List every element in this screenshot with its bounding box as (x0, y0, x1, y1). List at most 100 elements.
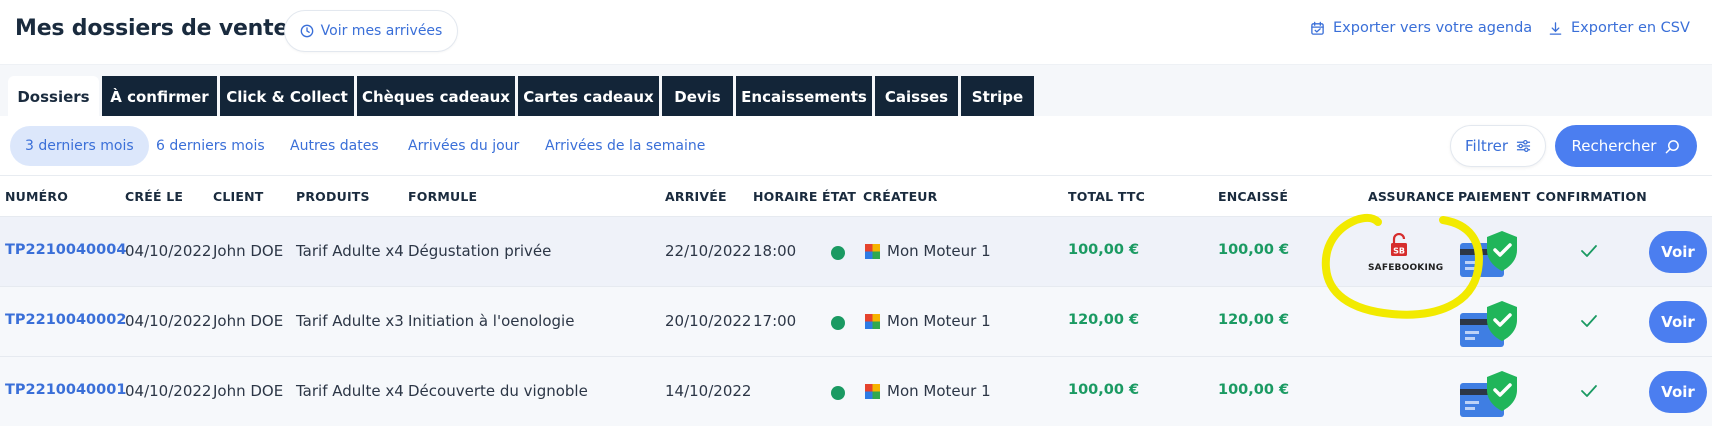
calendar-icon (1311, 21, 1324, 35)
table-header: NUMÉRO CRÉÉ LE CLIENT PRODUITS FORMULE A… (0, 176, 1712, 216)
col-produits[interactable]: PRODUITS (296, 189, 370, 204)
tab-encaissements[interactable]: Encaissements (736, 76, 872, 117)
row-numero[interactable]: TP2210040001 (5, 382, 126, 398)
export-agenda-label: Exporter vers votre agenda (1333, 20, 1533, 36)
tab-click-collect[interactable]: Click & Collect (220, 76, 354, 117)
row-produits: Tarif Adulte x4 (296, 242, 404, 260)
creator-logo-icon (865, 244, 880, 259)
export-csv-link[interactable]: Exporter en CSV (1548, 20, 1690, 36)
card-shield-icon (1460, 231, 1517, 277)
row-encaisse: 100,00 € (1218, 382, 1290, 398)
period-3-months[interactable]: 3 derniers mois (10, 126, 149, 166)
row-arrivee: 22/10/2022 (665, 242, 752, 260)
sales-files-page: Mes dossiers de vente Voir mes arrivées … (0, 0, 1712, 426)
row-formule: Dégustation privée (408, 242, 552, 260)
tab-caisses[interactable]: Caisses (875, 76, 958, 117)
export-agenda-link[interactable]: Exporter vers votre agenda (1310, 20, 1532, 36)
page-header: Mes dossiers de vente Voir mes arrivées … (0, 0, 1712, 64)
row-horaire: 17:00 (753, 312, 797, 330)
status-dot (831, 316, 845, 330)
row-client: John DOE (213, 382, 284, 400)
view-arrivals-button[interactable]: Voir mes arrivées (284, 10, 458, 52)
row-cree-le: 04/10/2022 (125, 242, 212, 260)
svg-text:SB: SB (1393, 247, 1405, 256)
col-assurance: ASSURANCE (1368, 189, 1455, 204)
export-csv-label: Exporter en CSV (1571, 20, 1690, 36)
col-arrivee[interactable]: ARRIVÉE (665, 189, 727, 204)
search-icon (1666, 139, 1680, 153)
status-dot (831, 246, 845, 260)
row-createur: Mon Moteur 1 (887, 382, 991, 400)
check-icon (1581, 315, 1597, 327)
check-icon (1581, 385, 1597, 397)
search-label: Rechercher (1571, 137, 1657, 155)
row-horaire: 18:00 (753, 242, 797, 260)
view-arrivals-label: Voir mes arrivées (320, 23, 443, 39)
safebooking-badge: SB SAFEBOOKING (1368, 232, 1444, 273)
col-paiement: PAIEMENT (1458, 189, 1531, 204)
clock-icon (300, 24, 313, 38)
view-button[interactable]: Voir (1649, 301, 1707, 343)
table-row[interactable]: TP2210040001 04/10/2022 John DOE Tarif A… (0, 356, 1712, 426)
row-cree-le: 04/10/2022 (125, 382, 212, 400)
row-total: 120,00 € (1068, 312, 1140, 328)
row-createur: Mon Moteur 1 (887, 242, 991, 260)
col-horaire[interactable]: HORAIRE (753, 189, 818, 204)
filter-button[interactable]: Filtrer (1450, 125, 1546, 167)
col-createur[interactable]: CRÉATEUR (863, 189, 937, 204)
row-produits: Tarif Adulte x4 (296, 382, 404, 400)
download-icon (1549, 21, 1562, 35)
row-arrivee: 20/10/2022 (665, 312, 752, 330)
filter-label: Filtrer (1465, 137, 1508, 155)
row-numero[interactable]: TP2210040004 (5, 242, 126, 258)
row-client: John DOE (213, 312, 284, 330)
page-title: Mes dossiers de vente (15, 16, 289, 41)
period-today-arrivals[interactable]: Arrivées du jour (408, 126, 519, 166)
row-formule: Initiation à l'oenologie (408, 312, 575, 330)
table-row[interactable]: TP2210040004 04/10/2022 John DOE Tarif A… (0, 216, 1712, 286)
tab-stripe[interactable]: Stripe (961, 76, 1034, 117)
filters-bar: 3 derniers mois 6 derniers mois Autres d… (0, 116, 1712, 176)
col-total-ttc[interactable]: TOTAL TTC (1068, 189, 1145, 204)
row-client: John DOE (213, 242, 284, 260)
card-shield-icon (1460, 301, 1517, 347)
view-button[interactable]: Voir (1649, 371, 1707, 413)
row-total: 100,00 € (1068, 382, 1140, 398)
row-numero[interactable]: TP2210040002 (5, 312, 126, 328)
sliders-icon (1516, 139, 1531, 153)
col-confirmation: CONFIRMATION (1536, 189, 1647, 204)
row-produits: Tarif Adulte x3 (296, 312, 404, 330)
tab-devis[interactable]: Devis (662, 76, 733, 117)
col-formule[interactable]: FORMULE (408, 189, 477, 204)
row-encaisse: 120,00 € (1218, 312, 1290, 328)
row-encaisse: 100,00 € (1218, 242, 1290, 258)
check-icon (1581, 245, 1597, 257)
row-arrivee: 14/10/2022 (665, 382, 752, 400)
tab-a-confirmer[interactable]: À confirmer (102, 76, 217, 117)
col-cree-le[interactable]: CRÉÉ LE (125, 189, 183, 204)
tab-dossiers[interactable]: Dossiers (8, 76, 99, 117)
creator-logo-icon (865, 314, 880, 329)
padlock-icon: SB (1391, 232, 1407, 256)
row-total: 100,00 € (1068, 242, 1140, 258)
tabs-bar: Dossiers À confirmer Click & Collect Chè… (0, 64, 1712, 117)
safebooking-label: SAFEBOOKING (1368, 263, 1444, 273)
period-week-arrivals[interactable]: Arrivées de la semaine (545, 126, 705, 166)
row-createur: Mon Moteur 1 (887, 312, 991, 330)
col-client[interactable]: CLIENT (213, 189, 264, 204)
tab-cheques-cadeaux[interactable]: Chèques cadeaux (357, 76, 515, 117)
row-formule: Découverte du vignoble (408, 382, 588, 400)
col-etat[interactable]: ÉTAT (822, 189, 856, 204)
period-other-dates[interactable]: Autres dates (290, 126, 379, 166)
col-numero[interactable]: NUMÉRO (5, 189, 68, 204)
col-encaisse[interactable]: ENCAISSÉ (1218, 189, 1288, 204)
tab-cartes-cadeaux[interactable]: Cartes cadeaux (518, 76, 659, 117)
period-6-months[interactable]: 6 derniers mois (156, 126, 265, 166)
status-dot (831, 386, 845, 400)
view-button[interactable]: Voir (1649, 231, 1707, 273)
search-button[interactable]: Rechercher (1555, 125, 1697, 167)
card-shield-icon (1460, 371, 1517, 417)
table-row[interactable]: TP2210040002 04/10/2022 John DOE Tarif A… (0, 286, 1712, 356)
creator-logo-icon (865, 384, 880, 399)
row-cree-le: 04/10/2022 (125, 312, 212, 330)
